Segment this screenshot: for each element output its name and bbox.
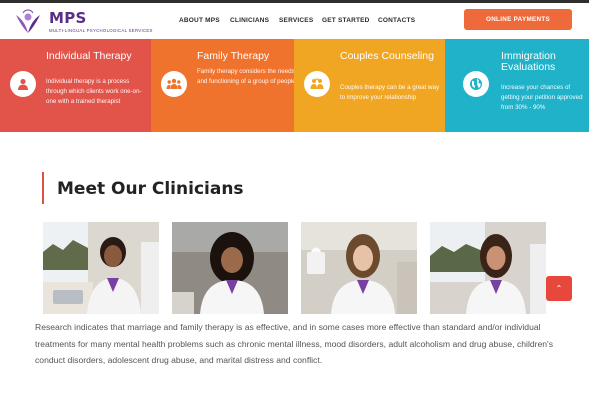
logo-subtitle: MULTI-LINGUAL PSYCHOLOGICAL SERVICES [49, 28, 153, 33]
service-title: Individual Therapy [46, 50, 132, 62]
service-description: Couples therapy can be a great way to im… [340, 84, 440, 101]
clinician-photo-4[interactable] [430, 222, 546, 314]
service-title: Immigration Evaluations [501, 50, 556, 73]
nav-about-mps[interactable]: ABOUT MPS [179, 17, 220, 24]
service-tile-individual[interactable]: Individual Therapy Individual therapy is… [0, 39, 151, 132]
nav-services[interactable]: SERVICES [279, 17, 313, 24]
person-icon [10, 71, 36, 97]
logo[interactable]: MPS MULTI-LINGUAL PSYCHOLOGICAL SERVICES [14, 9, 164, 37]
service-description: Increase your chances of getting your pe… [501, 84, 583, 111]
body-paragraph: Research indicates that marriage and fam… [35, 322, 553, 365]
service-tile-family[interactable]: Family Therapy Family therapy considers … [151, 39, 302, 132]
logo-title: MPS [49, 9, 87, 27]
nav-get-started[interactable]: GET STARTED [322, 17, 370, 24]
section-accent-bar [42, 172, 44, 204]
service-title: Couples Counseling [340, 50, 434, 62]
clinician-photo-1[interactable] [43, 222, 159, 314]
scroll-top-button[interactable]: ⌃ [546, 276, 572, 301]
services-strip: Individual Therapy Individual therapy is… [0, 39, 589, 132]
logo-hands-icon [16, 9, 40, 33]
clinician-photo-3[interactable] [301, 222, 417, 314]
nav-clinicians[interactable]: CLINICIANS [230, 17, 269, 24]
site-header: MPS MULTI-LINGUAL PSYCHOLOGICAL SERVICES… [0, 3, 589, 39]
clinician-photo-2[interactable] [172, 222, 288, 314]
service-title: Family Therapy [197, 50, 270, 62]
service-description: Individual therapy is a process through … [46, 78, 142, 105]
service-tile-couples[interactable]: Couples Counseling Couples therapy can b… [294, 39, 445, 132]
nav-contacts[interactable]: CONTACTS [378, 17, 415, 24]
section-title: Meet Our Clinicians [57, 179, 244, 199]
service-description: Family therapy considers the needs and f… [197, 68, 296, 85]
online-payments-button[interactable]: ONLINE PAYMENTS [464, 9, 572, 30]
service-tile-immigration[interactable]: Immigration Evaluations Increase your ch… [445, 39, 589, 132]
group-icon [161, 71, 187, 97]
chevron-up-icon: ⌃ [555, 284, 563, 293]
globe-icon [463, 71, 489, 97]
couple-icon [304, 71, 330, 97]
